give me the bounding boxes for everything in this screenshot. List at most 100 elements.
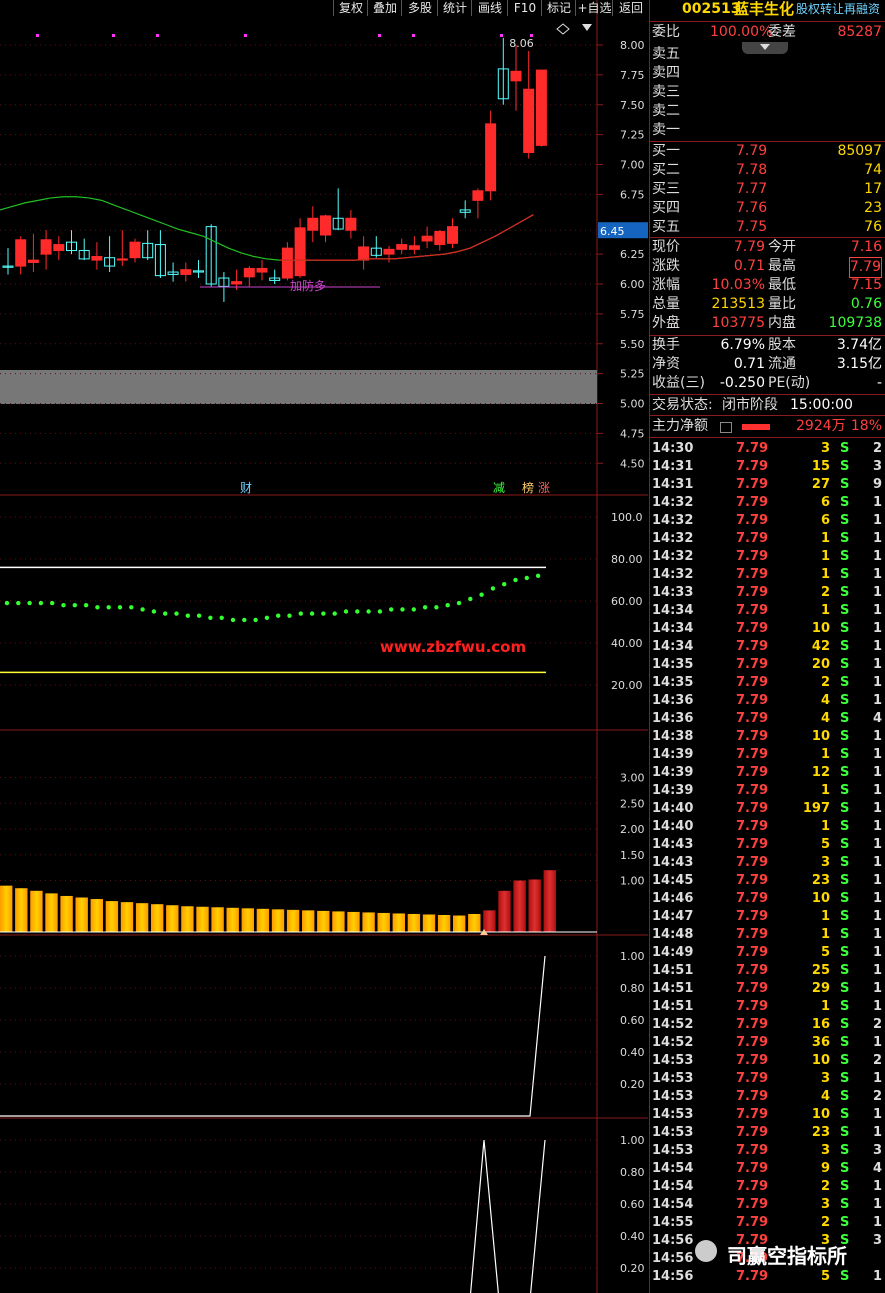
quote-row: 外盘 103775 内盘 109738 [650,314,885,333]
bar-tick: 1.00 [620,875,645,888]
bar [211,907,224,932]
buy-row: 买三 7.77 17 [650,180,885,199]
tick-count: 1 [872,567,882,582]
osc-point [422,605,428,610]
tick-volume: 1 [820,747,830,762]
tick-volume: 3 [820,1071,830,1086]
toolbar-button-0[interactable]: 复权 [333,0,368,16]
wechat-icon [695,1240,717,1262]
osc-point [38,600,44,606]
candle [345,217,357,231]
quote-label: 今开 [768,239,796,255]
tick-price: 7.79 [736,1269,769,1284]
toolbar-button-6[interactable]: 标记 [541,0,576,16]
buy-volume: 85097 [837,143,882,159]
candle [510,70,522,82]
tick-price: 7.79 [736,747,769,762]
quote-row: 现价 7.79 今开 7.16 [650,238,885,257]
buy-label: 买四 [652,200,680,216]
tick-price: 7.79 [736,1161,769,1176]
buy-row: 买二 7.78 74 [650,161,885,180]
osc-point [83,603,89,608]
buy-volume: 76 [864,219,882,235]
price-tick: 5.75 [620,308,645,321]
high-label: 8.06 [509,37,534,50]
price-tick: 7.25 [620,129,645,142]
buy-row: 买四 7.76 23 [650,199,885,218]
tick-row: 14:54 7.79 3 S 1 [650,1196,885,1214]
tick-volume: 10 [811,1107,830,1122]
toolbar-button-4[interactable]: 画线 [471,0,508,16]
tick-row: 14:36 7.79 4 S 1 [650,692,885,710]
toolbar-button-2[interactable]: 多股 [401,0,438,16]
tick-price: 7.79 [736,693,769,708]
tick-side: S [840,1035,850,1050]
tick-row: 14:55 7.79 2 S 1 [650,1214,885,1232]
quote-label: 总量 [652,296,680,312]
signal-tick: 0.40 [620,1230,645,1243]
candle [421,235,433,242]
candle [472,190,484,201]
fund-value: 6.79% [720,337,765,353]
osc-point [377,609,383,614]
tick-time: 14:34 [652,603,694,618]
tick-price: 7.79 [736,963,769,978]
tick-price: 7.79 [736,891,769,906]
toolbar-button-1[interactable]: 叠加 [367,0,402,16]
tick-row: 14:39 7.79 12 S 1 [650,764,885,782]
tick-price: 7.79 [736,729,769,744]
tick-volume: 2 [820,1179,830,1194]
sell-label: 卖三 [652,84,680,100]
candle [408,245,420,250]
quote-value: 213513 [711,296,765,312]
tick-price: 7.79 [736,1179,769,1194]
signal-tick: 1.00 [620,1134,645,1147]
toolbar-button-7[interactable]: +自选 [575,0,613,16]
quote-value: 7.79 [733,239,765,255]
tick-price: 7.79 [736,765,769,780]
event-dot [112,34,115,37]
quote-panel: 002513 蓝丰生化 股权转让再融资 委比 100.00% 委差 85287 … [649,0,885,1293]
fund-label: 净资 [652,356,680,372]
tick-time: 14:52 [652,1017,694,1032]
tick-time: 14:36 [652,693,694,708]
candle [129,241,141,259]
price-tick: 6.75 [620,188,645,201]
event-label: 涨 [538,480,550,495]
price-tick: 8.00 [620,39,645,52]
tick-volume: 15 [811,459,830,474]
candle [15,239,27,267]
tick-row: 14:52 7.79 36 S 1 [650,1034,885,1052]
signal-panel-1: 1.00 0.80 0.60 0.40 0.20 [0,950,645,1117]
tick-count: 1 [872,891,882,906]
quote-label: 现价 [652,239,680,255]
fund-row: 净资 0.71 流通 3.15亿 [650,355,885,374]
tick-price: 7.79 [736,585,769,600]
price-tick: 6.00 [620,278,645,291]
osc-point [163,611,168,616]
tick-count: 4 [872,711,882,726]
signal-tick: 0.60 [620,1198,645,1211]
signal-tick: 0.20 [620,1262,645,1275]
price-tick: 5.25 [620,368,645,381]
tick-count: 1 [872,963,882,978]
tick-price: 7.79 [736,621,769,636]
toolbar-button-5[interactable]: F10 [507,0,542,16]
tick-row: 14:54 7.79 9 S 4 [650,1160,885,1178]
tick-count: 1 [872,873,882,888]
tick-row: 14:36 7.79 4 S 4 [650,710,885,728]
tick-volume: 6 [820,513,830,528]
bar [30,890,43,932]
buy-price: 7.75 [736,219,768,235]
tick-volume: 1 [820,783,830,798]
tick-count: 1 [872,585,882,600]
toolbar-button-3[interactable]: 统计 [437,0,472,16]
chart-area[interactable]: 8.00 7.75 7.50 7.25 7.00 6.75 6.45 6.25 6.00 5.75… [0,0,648,1293]
bar-tick: 3.00 [620,772,645,785]
toolbar-button-8[interactable]: 返回 [612,0,649,16]
osc-point [16,600,21,606]
tick-count: 2 [872,1053,882,1068]
tick-row: 14:53 7.79 23 S 1 [650,1124,885,1142]
tick-count: 1 [872,837,882,852]
tick-price: 7.79 [736,1053,769,1068]
